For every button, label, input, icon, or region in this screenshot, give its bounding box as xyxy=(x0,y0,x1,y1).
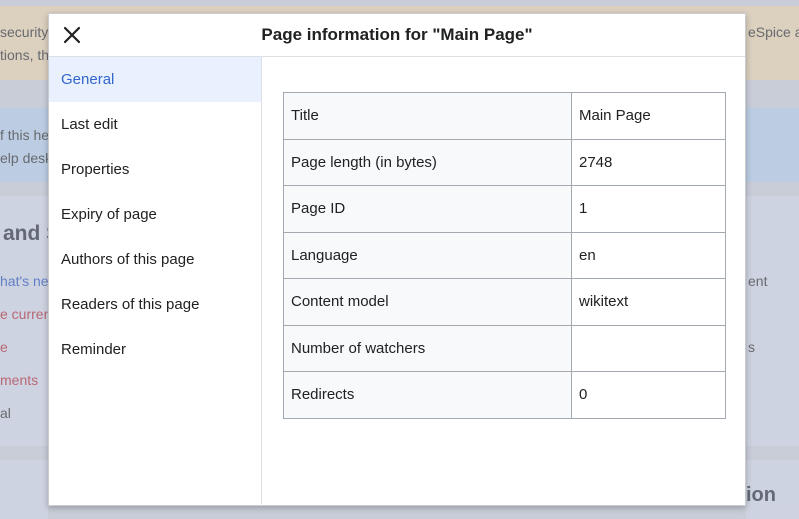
dialog-title: Page information for "Main Page" xyxy=(261,25,533,44)
nav-item-expiry-of-page[interactable]: Expiry of page xyxy=(49,192,261,237)
table-row: Content model wikitext xyxy=(283,278,726,326)
table-cell-value: 0 xyxy=(571,371,726,419)
table-cell-label: Number of watchers xyxy=(283,324,572,372)
table-row: Title Main Page xyxy=(283,92,726,140)
table-cell-label: Page ID xyxy=(283,185,572,233)
table-cell-label: Title xyxy=(283,92,572,140)
page: security tions, th eSpice a f this he el… xyxy=(0,0,799,519)
table-cell-value: wikitext xyxy=(571,278,726,326)
table-row: Language en xyxy=(283,231,726,279)
table-row: Page ID 1 xyxy=(283,185,726,233)
page-information-dialog: Page information for "Main Page" General… xyxy=(48,13,746,506)
nav-item-properties[interactable]: Properties xyxy=(49,147,261,192)
table-row: Page length (in bytes) 2748 xyxy=(283,138,726,186)
table-cell-value: 2748 xyxy=(571,138,726,186)
dialog-header: Page information for "Main Page" xyxy=(49,14,745,57)
nav-item-last-edit[interactable]: Last edit xyxy=(49,102,261,147)
nav-item-general[interactable]: General xyxy=(49,57,261,102)
table-cell-label: Content model xyxy=(283,278,572,326)
nav-item-readers[interactable]: Readers of this page xyxy=(49,282,261,327)
dialog-sidebar: General Last edit Properties Expiry of p… xyxy=(49,57,262,506)
table-cell-value: Main Page xyxy=(571,92,726,140)
nav-item-authors[interactable]: Authors of this page xyxy=(49,237,261,282)
table-cell-value: 1 xyxy=(571,185,726,233)
table-cell-label: Page length (in bytes) xyxy=(283,138,572,186)
table-row: Number of watchers xyxy=(283,324,726,372)
table-cell-label: Redirects xyxy=(283,371,572,419)
table-cell-label: Language xyxy=(283,231,572,279)
nav-item-reminder[interactable]: Reminder xyxy=(49,327,261,372)
page-info-table: Title Main Page Page length (in bytes) 2… xyxy=(283,92,726,419)
table-cell-value xyxy=(571,324,726,372)
table-row: Redirects 0 xyxy=(283,371,726,419)
dialog-content: Title Main Page Page length (in bytes) 2… xyxy=(262,57,745,505)
table-cell-value: en xyxy=(571,231,726,279)
